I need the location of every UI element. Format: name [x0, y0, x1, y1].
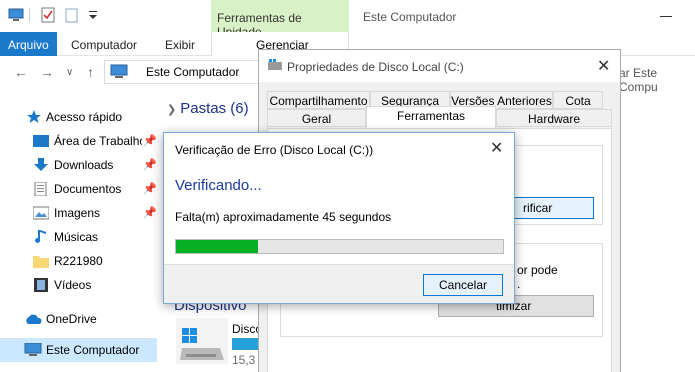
tab-view[interactable]: Exibir: [165, 38, 195, 52]
tab-file[interactable]: Arquivo: [0, 32, 57, 56]
sidebar-item-desktop[interactable]: Área de Trabalho 📌: [0, 130, 160, 152]
error-check-dialog: Verificação de Erro (Disco Local (C:)) ✕…: [163, 132, 515, 304]
computer-small-icon[interactable]: [8, 7, 24, 23]
sidebar-item-label: Imagens: [54, 206, 101, 220]
tab-tools[interactable]: Ferramentas: [366, 106, 496, 129]
pin-icon: 📌: [143, 207, 157, 219]
sidebar-item-label: Vídeos: [54, 278, 92, 292]
forward-arrow-icon[interactable]: →: [40, 64, 54, 80]
progress-fill: [176, 240, 258, 253]
drive-usage-bar: [232, 338, 260, 350]
pin-icon: 📌: [143, 183, 157, 195]
cloud-icon: [24, 312, 42, 326]
dialog-heading: Verificando...: [175, 177, 262, 194]
sidebar-item-label: R221980: [54, 254, 103, 268]
sidebar-item-label: OneDrive: [46, 312, 97, 326]
check-button-label: rificar: [523, 201, 553, 215]
cancel-button[interactable]: Cancelar: [423, 274, 503, 296]
dialog-footer: Cancelar: [164, 264, 514, 303]
sidebar-item-this-pc[interactable]: Este Computador: [0, 338, 157, 362]
sidebar-item-label: Área de Trabalho: [54, 134, 142, 148]
chevron-right-icon: ❯: [167, 104, 177, 116]
folders-heading[interactable]: ❯ Pastas (6): [167, 100, 249, 117]
sidebar-item-downloads[interactable]: Downloads 📌: [0, 154, 160, 176]
video-icon: [33, 278, 49, 292]
sidebar-item-label: Downloads: [54, 158, 114, 172]
optimize-description: or pode: [517, 263, 558, 277]
properties-titlebar: Propriedades de Disco Local (C:) ✕: [259, 50, 620, 82]
tab-hardware[interactable]: Hardware: [496, 109, 612, 127]
folders-heading-label: Pastas (6): [180, 100, 249, 117]
computer-icon: [24, 342, 42, 357]
document-icon: [33, 181, 49, 197]
music-note-icon: [33, 230, 49, 244]
sidebar-item-label: Este Computador: [46, 343, 140, 357]
search-input[interactable]: ar Este Compu: [619, 66, 695, 94]
chevron-down-icon[interactable]: [86, 7, 102, 23]
progress-bar: [175, 239, 504, 254]
window-title: Este Computador: [363, 10, 457, 24]
minimize-icon[interactable]: [660, 16, 672, 17]
image-icon: [32, 206, 50, 220]
address-text: Este Computador: [146, 65, 240, 79]
sidebar-item-label: Documentos: [54, 182, 122, 196]
sidebar-item-label: Acesso rápido: [46, 110, 123, 124]
drive-small-icon: [267, 59, 283, 76]
download-arrow-icon: [33, 158, 49, 172]
pin-icon: 📌: [143, 135, 157, 147]
explorer-titlebar: Ferramentas de Unidade Este Computador: [0, 0, 695, 39]
windows-drive-icon[interactable]: [176, 318, 228, 364]
tab-sharing[interactable]: Compartilhamento: [267, 91, 370, 109]
desktop-folder-icon: [33, 134, 49, 148]
sidebar-item-pictures[interactable]: Imagens 📌: [0, 202, 160, 224]
star-icon: [26, 110, 42, 124]
time-remaining-text: Falta(m) aproximadamente 45 segundos: [175, 210, 392, 224]
sidebar-item-r221980[interactable]: R221980: [0, 250, 160, 272]
navigation-pane: Acesso rápido Área de Trabalho 📌 Downloa…: [0, 95, 160, 372]
back-arrow-icon[interactable]: ←: [14, 64, 28, 80]
sidebar-item-label: Músicas: [54, 230, 99, 244]
tab-computer[interactable]: Computador: [71, 38, 137, 52]
sidebar-item-videos[interactable]: Vídeos: [0, 274, 160, 296]
close-icon[interactable]: ✕: [490, 138, 503, 158]
tab-general[interactable]: Geral: [267, 109, 366, 127]
drive-size: 15,3: [232, 353, 256, 367]
dialog-title: Verificação de Erro (Disco Local (C:)): [175, 143, 374, 157]
up-arrow-icon[interactable]: ↑: [87, 64, 94, 80]
folder-icon: [33, 254, 49, 268]
pin-icon: 📌: [143, 159, 157, 171]
recent-chevron-icon[interactable]: ∨: [66, 67, 73, 78]
close-icon[interactable]: ✕: [597, 56, 610, 76]
properties-title: Propriedades de Disco Local (C:): [287, 60, 464, 74]
optimize-description-2: .: [517, 277, 521, 291]
context-tab-drive-tools: Ferramentas de Unidade: [211, 0, 349, 39]
sidebar-item-onedrive[interactable]: OneDrive: [0, 308, 160, 330]
divider: [29, 8, 30, 22]
sidebar-item-quick-access[interactable]: Acesso rápido: [0, 106, 160, 128]
properties-check-icon[interactable]: [40, 7, 56, 23]
computer-address-icon: [110, 64, 128, 83]
tab-quota[interactable]: Cota: [553, 91, 603, 109]
sidebar-item-documents[interactable]: Documentos 📌: [0, 178, 160, 200]
new-folder-icon[interactable]: [64, 7, 80, 23]
sidebar-item-music[interactable]: Músicas: [0, 226, 160, 248]
